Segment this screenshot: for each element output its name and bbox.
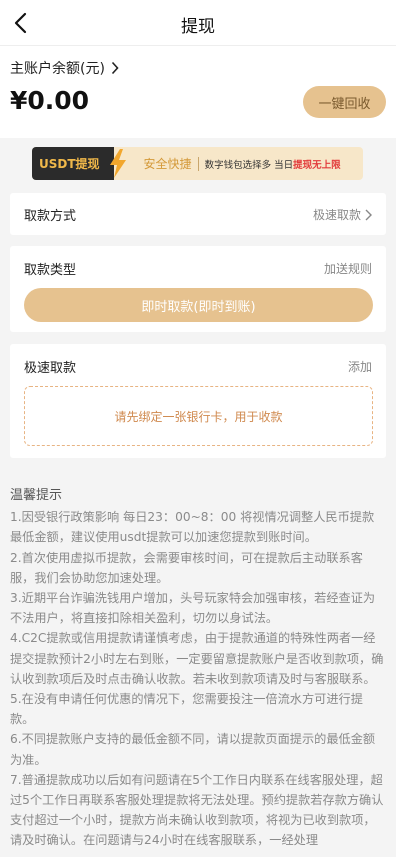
tip-item: 5.在没有申请任何优惠的情况下，您需要投注一倍流水方可进行提款。 (10, 692, 363, 727)
withdrawal-method-row[interactable]: 取款方式 极速取款 (10, 193, 386, 235)
withdrawal-type-card: 取款类型 加送规则 即时取款(即时到账) (10, 246, 386, 332)
type-label: 取款类型 (24, 263, 77, 278)
balance-label: 主账户余额(元) (10, 61, 105, 77)
tip-item: 4.C2C提款或信用提款请谨慎考虑，由于提款通道的特殊性两者一经提交提款预计2小… (10, 631, 384, 686)
balance-section: 主账户余额(元) ¥0.00 一键回收 (0, 46, 396, 138)
fast-withdrawal-label: 极速取款 (24, 361, 77, 376)
one-click-recall-button[interactable]: 一键回收 (303, 86, 386, 118)
banner-tag: USDT提现 (32, 147, 114, 180)
banner-description: 数字钱包选择多 当日提现无上限 (205, 157, 341, 171)
tip-item: 7.普通提款成功以后如有问题请在5个工作日内联系在线客服处理，超过5个工作日再联… (10, 772, 384, 848)
instant-withdrawal-button[interactable]: 即时取款(即时到账) (24, 288, 373, 322)
banner-desc-prefix: 数字钱包选择多 当日 (204, 159, 294, 171)
balance-amount: ¥0.00 (10, 86, 90, 115)
method-label: 取款方式 (24, 209, 77, 224)
tip-item: 6.不同提款账户支持的最低金额不同，请以提款页面提示的最低金额为准。 (10, 732, 376, 767)
tip-item: 3.近期平台诈骗洗钱用户增加，头号玩家特会加强审核，若经查证为不法用户，将直接扣… (10, 591, 376, 626)
chevron-right-icon (111, 61, 119, 75)
fast-withdrawal-card: 极速取款 添加 请先绑定一张银行卡，用于收款 (10, 344, 386, 458)
chevron-right-icon (365, 209, 372, 220)
balance-label-link[interactable]: 主账户余额(元) (10, 58, 119, 78)
tip-item: 1.因受银行政策影响 每日23：00~8：00 将视情况调整人民币提款最低金额，… (10, 510, 375, 545)
banner-divider (197, 156, 199, 171)
add-card-link[interactable]: 添加 (348, 358, 372, 375)
usdt-promo-banner[interactable]: USDT提现 安全快捷 数字钱包选择多 当日提现无上限 (32, 147, 363, 180)
page-title: 提现 (181, 17, 215, 37)
method-selector[interactable]: 极速取款 (313, 206, 372, 223)
banner-safe-text: 安全快捷 (143, 157, 192, 171)
tips-title: 温馨提示 (10, 488, 63, 503)
header-bar: 提现 (0, 0, 396, 46)
tip-item: 2.首次使用虚拟币提款，会需要审核时间，可在提款后主动联系客服，我们会协助您加速… (10, 550, 363, 585)
method-value: 极速取款 (312, 208, 361, 222)
banner-desc-highlight: 提现无上限 (293, 159, 341, 171)
bonus-rules-link[interactable]: 加送规则 (324, 260, 372, 277)
tips-section: 温馨提示 1.因受银行政策影响 每日23：00~8：00 将视情况调整人民币提款… (10, 486, 386, 851)
lightning-bolt-icon (110, 149, 126, 178)
bind-bank-card-box[interactable]: 请先绑定一张银行卡，用于收款 (24, 386, 373, 446)
